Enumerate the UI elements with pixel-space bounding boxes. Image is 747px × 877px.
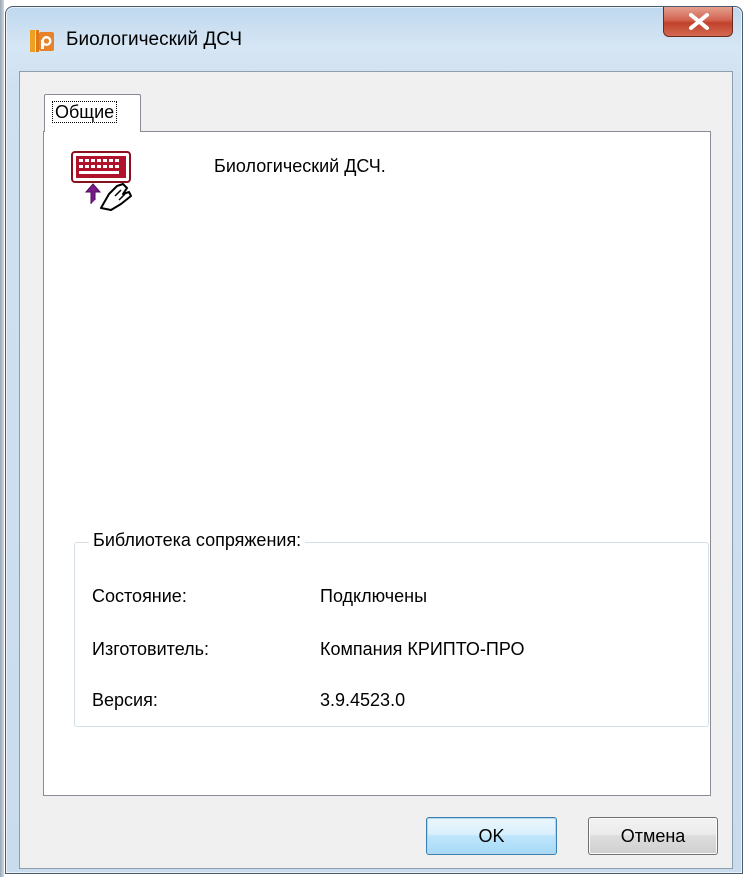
cancel-button[interactable]: Отмена [588,817,718,855]
tab-general[interactable]: Общие [44,94,141,132]
ok-button[interactable]: OK [426,817,557,855]
manufacturer-value: Компания КРИПТО-ПРО [320,639,525,659]
status-label: Состояние: [92,586,187,606]
library-groupbox: Библиотека сопряжения: Состояние: Подклю… [74,530,709,727]
device-name: Биологический ДСЧ. [214,156,386,176]
library-groupbox-title: Библиотека сопряжения: [89,530,306,551]
tab-panel-general: Биологический ДСЧ. Библиотека сопряжения… [43,131,711,796]
dialog-window: Биологический ДСЧ Общие Биологический ДС… [5,6,743,874]
tab-general-label: Общие [52,101,118,123]
manufacturer-label: Изготовитель: [92,639,209,659]
close-x-icon [689,13,709,30]
keyboard-hand-icon [71,150,139,214]
screen: Биологический ДСЧ Общие Биологический ДС… [0,0,747,877]
window-title: Биологический ДСЧ [66,29,243,50]
version-value: 3.9.4523.0 [320,690,406,710]
background-window-edge [0,0,4,877]
title-bar[interactable]: Биологический ДСЧ [6,7,742,71]
dialog-client-area: Общие Биологический ДСЧ. Библиотека сопр… [19,71,733,869]
cryptopro-icon [29,28,55,54]
close-button[interactable] [663,7,733,37]
version-label: Версия: [92,690,158,710]
status-value: Подключены [320,586,428,606]
